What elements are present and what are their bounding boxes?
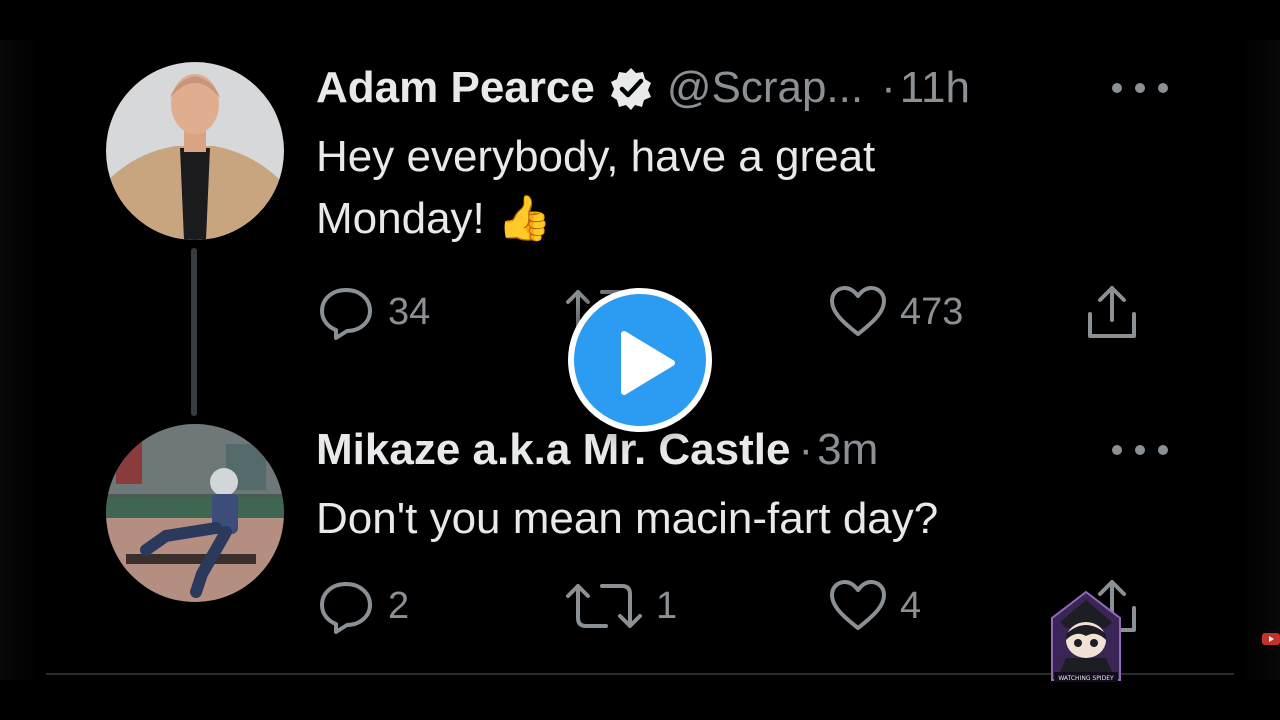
like-button[interactable]: 473	[828, 282, 963, 342]
tweet-text-line-2: Monday! 👍	[316, 194, 552, 243]
share-button[interactable]	[1082, 282, 1154, 342]
reply-icon	[320, 582, 372, 634]
video-frame: Adam Pearce @Scrap... · 11h Hey everybod…	[0, 0, 1280, 720]
frame-edge-right	[1240, 40, 1280, 680]
retweet-button[interactable]: 1	[564, 576, 677, 636]
tweet-text: Don't you mean macin-fart day?	[316, 488, 938, 550]
timestamp[interactable]: 3m	[817, 428, 878, 472]
timestamp[interactable]: 11h	[900, 66, 970, 110]
reply-button[interactable]: 34	[316, 282, 430, 342]
separator-dot: ·	[798, 425, 814, 474]
user-handle[interactable]: @Scrap...	[667, 66, 863, 110]
frame-edge-left	[0, 40, 40, 680]
separator-dot: ·	[881, 63, 896, 112]
like-count: 4	[900, 585, 922, 627]
avatar[interactable]	[106, 62, 284, 240]
verified-badge-icon	[609, 66, 653, 110]
tweet-text: Hey everybody, have a great Monday! 👍	[316, 126, 875, 250]
svg-text:WATCHING SPIDEY: WATCHING SPIDEY	[1058, 675, 1114, 682]
heart-icon	[830, 286, 886, 336]
reply-icon	[320, 288, 372, 340]
like-button[interactable]: 4	[828, 576, 921, 636]
tweet-text-line-1: Hey everybody, have a great	[316, 132, 876, 181]
avatar[interactable]	[106, 424, 284, 602]
person-on-bench-avatar	[106, 424, 284, 602]
like-count: 473	[900, 291, 964, 333]
reply-button[interactable]: 2	[316, 576, 409, 636]
play-icon	[621, 331, 675, 395]
tweet-header: Mikaze a.k.a Mr. Castle · 3m	[316, 428, 878, 472]
anime-character-watermark: WATCHING SPIDEY	[1044, 588, 1128, 688]
display-name[interactable]: Adam Pearce	[316, 66, 595, 110]
tweet-text-line-1: Don't you mean macin-fart day?	[316, 494, 939, 543]
tweet-actions: 2 1 4	[316, 576, 1156, 636]
reply-count: 34	[388, 291, 431, 333]
play-button[interactable]	[568, 288, 712, 432]
tweet-header: Adam Pearce @Scrap... · 11h	[316, 66, 970, 110]
reply-count: 2	[388, 585, 410, 627]
person-in-tan-blazer-avatar	[106, 62, 284, 240]
retweet-count: 1	[656, 585, 678, 627]
video-logo-icon	[1262, 630, 1280, 648]
more-options-icon[interactable]	[1112, 81, 1168, 95]
thread-connector-line	[191, 248, 197, 416]
share-icon	[1088, 286, 1136, 338]
retweet-icon	[566, 584, 642, 628]
heart-icon	[830, 580, 886, 630]
more-options-icon[interactable]	[1112, 443, 1168, 457]
tweet-actions: 34 473	[316, 282, 1156, 342]
display-name[interactable]: Mikaze a.k.a Mr. Castle	[316, 428, 790, 472]
